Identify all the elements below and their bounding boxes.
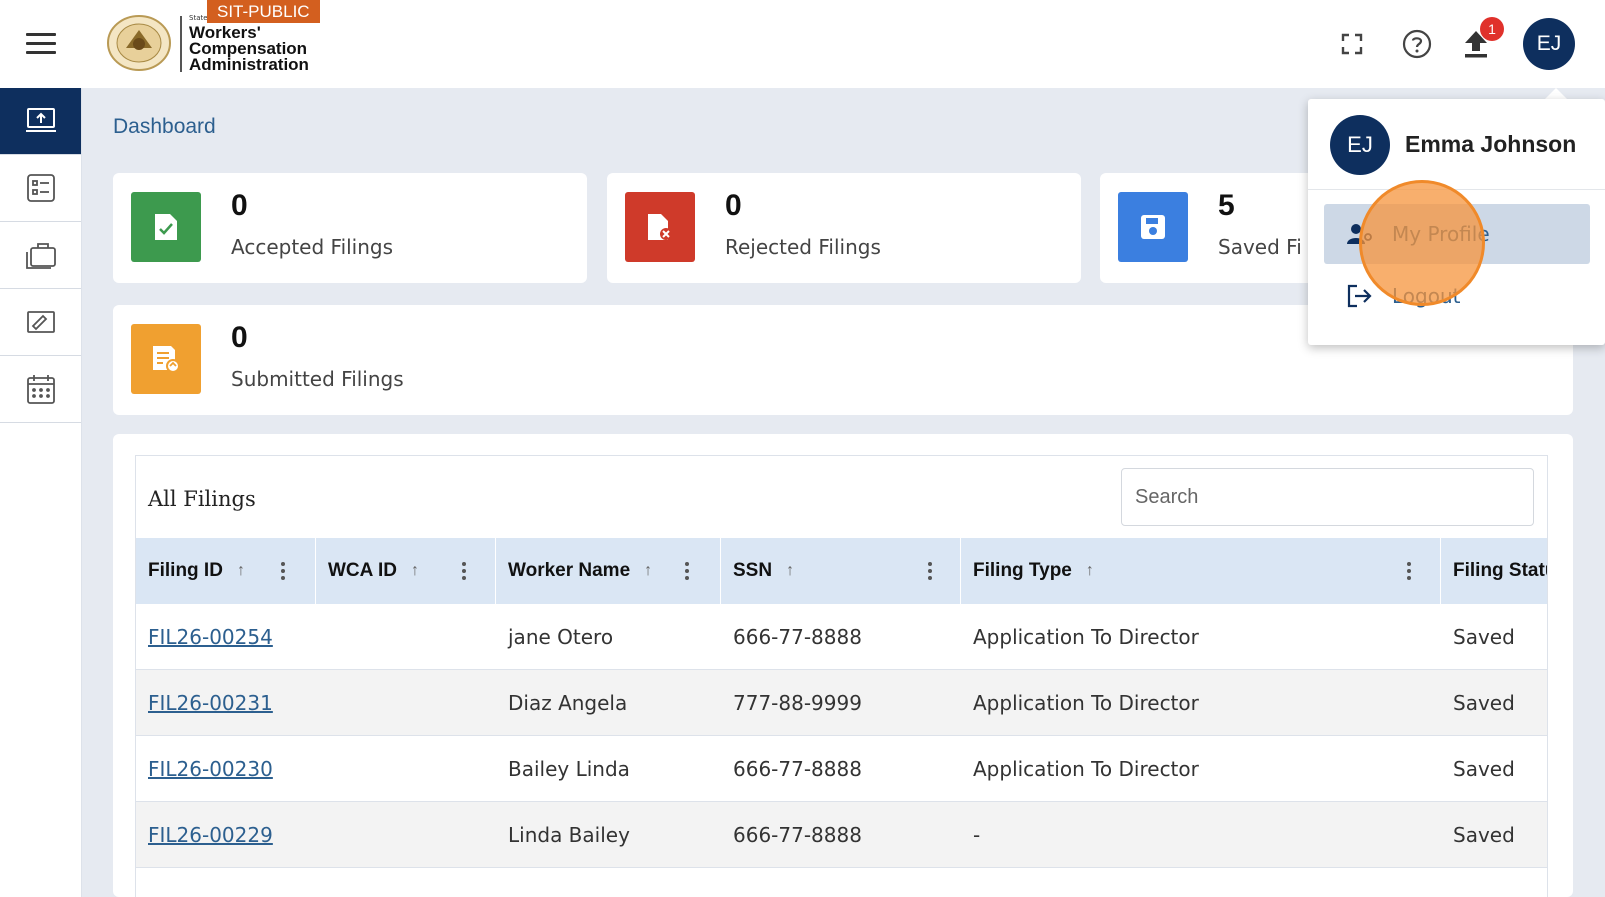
agency-name: Workers' Compensation Administration bbox=[189, 23, 309, 74]
sort-arrow-icon[interactable]: ↑ bbox=[411, 562, 419, 580]
column-menu-icon[interactable] bbox=[281, 562, 285, 583]
table-header: Filing ID ↑ WCA ID ↑ Worker Name ↑ SSN ↑ Fil… bbox=[136, 538, 1547, 604]
help-icon[interactable] bbox=[1397, 24, 1437, 64]
file-reject-icon bbox=[625, 192, 695, 262]
table-row: FIL26-00229 Linda Bailey 666-77-8888 - S… bbox=[136, 802, 1547, 868]
calendar-icon bbox=[26, 375, 55, 404]
table-title: All Filings bbox=[148, 487, 256, 511]
filing-status-cell: Saved bbox=[1453, 625, 1515, 649]
table-row: FIL26-00231 Diaz Angela 777-88-9999 Appl… bbox=[136, 670, 1547, 736]
sort-arrow-icon[interactable]: ↑ bbox=[644, 562, 652, 580]
menu-item-label: My Profile bbox=[1392, 222, 1490, 246]
sort-arrow-icon[interactable]: ↑ bbox=[1086, 562, 1094, 580]
filing-type-cell: Application To Director bbox=[973, 757, 1199, 781]
my-profile-menu-item[interactable]: My Profile bbox=[1324, 204, 1590, 264]
column-header-worker-name[interactable]: Worker Name ↑ bbox=[496, 538, 721, 604]
stat-value: 0 bbox=[231, 189, 248, 222]
user-profile-icon bbox=[1346, 222, 1376, 246]
user-avatar-button[interactable]: EJ bbox=[1523, 18, 1575, 70]
filing-id-link[interactable]: FIL26-00229 bbox=[148, 802, 273, 868]
sidebar-item-calendar[interactable] bbox=[0, 356, 81, 423]
stat-label: Accepted Filings bbox=[231, 235, 394, 259]
menu-item-label: Logout bbox=[1392, 284, 1461, 308]
user-name: Emma Johnson bbox=[1405, 131, 1577, 157]
ssn-cell: 666-77-8888 bbox=[733, 625, 862, 649]
environment-badge: SIT-PUBLIC bbox=[207, 0, 320, 23]
filing-id-link[interactable]: FIL26-00230 bbox=[148, 736, 273, 802]
table-row: FIL26-00254 jane Otero 666-77-8888 Appli… bbox=[136, 604, 1547, 670]
ssn-cell: 777-88-9999 bbox=[733, 691, 862, 715]
upload-monitor-icon bbox=[25, 108, 56, 132]
breadcrumb[interactable]: Dashboard bbox=[113, 115, 216, 139]
fullscreen-icon[interactable] bbox=[1332, 24, 1372, 64]
column-header-ssn[interactable]: SSN ↑ bbox=[721, 538, 961, 604]
worker-name-cell: Diaz Angela bbox=[508, 691, 628, 715]
sort-arrow-icon[interactable]: ↑ bbox=[786, 562, 794, 580]
filing-type-cell: - bbox=[973, 823, 981, 847]
column-menu-icon[interactable] bbox=[685, 562, 689, 583]
ssn-cell: 666-77-8888 bbox=[733, 757, 862, 781]
worker-name-cell: jane Otero bbox=[508, 625, 614, 649]
divider bbox=[1308, 189, 1605, 190]
user-menu-dropdown: EJ Emma Johnson My Profile Logout bbox=[1308, 99, 1605, 345]
notification-badge: 1 bbox=[1480, 17, 1504, 41]
sidebar-item-checklist[interactable] bbox=[0, 155, 81, 222]
stat-label: Submitted Filings bbox=[231, 367, 404, 391]
table-row: FIL26-00230 Bailey Linda 666-77-8888 App… bbox=[136, 736, 1547, 802]
briefcase-icon bbox=[25, 243, 56, 269]
filing-status-cell: Saved bbox=[1453, 691, 1515, 715]
column-header-filing-type[interactable]: Filing Type ↑ bbox=[961, 538, 1441, 604]
column-menu-icon[interactable] bbox=[462, 562, 466, 583]
worker-name-cell: Linda Bailey bbox=[508, 823, 630, 847]
column-header-filing-status[interactable]: Filing Statu bbox=[1441, 538, 1547, 604]
column-header-wca-id[interactable]: WCA ID ↑ bbox=[316, 538, 496, 604]
stat-card-saved[interactable]: 5 Saved Fi bbox=[1100, 173, 1340, 283]
sidebar-item-dashboard[interactable] bbox=[0, 88, 81, 155]
column-header-filing-id[interactable]: Filing ID ↑ bbox=[136, 538, 316, 604]
stat-label: Rejected Filings bbox=[725, 235, 881, 259]
filing-type-cell: Application To Director bbox=[973, 625, 1199, 649]
state-seal-logo bbox=[107, 15, 171, 71]
stat-card-rejected[interactable]: 0 Rejected Filings bbox=[607, 173, 1081, 283]
sidebar-item-cases[interactable] bbox=[0, 222, 81, 289]
column-menu-icon[interactable] bbox=[1407, 562, 1411, 583]
ssn-cell: 666-77-8888 bbox=[733, 823, 862, 847]
top-header: State Workers' Compensation Administrati… bbox=[0, 0, 1605, 88]
filings-table: All Filings Filing ID↑ WCA ID↑ Worker Na… bbox=[135, 455, 1548, 897]
menu-icon[interactable] bbox=[26, 33, 56, 55]
filing-status-cell: Saved bbox=[1453, 823, 1515, 847]
sort-arrow-icon[interactable]: ↑ bbox=[237, 562, 245, 580]
logo-divider bbox=[180, 16, 182, 72]
logout-menu-item[interactable]: Logout bbox=[1324, 266, 1590, 326]
stat-card-accepted[interactable]: 0 Accepted Filings bbox=[113, 173, 587, 283]
stat-value: 5 bbox=[1218, 189, 1235, 222]
worker-name-cell: Bailey Linda bbox=[508, 757, 630, 781]
form-edit-icon bbox=[26, 311, 55, 333]
stat-value: 0 bbox=[725, 189, 742, 222]
file-check-icon bbox=[131, 192, 201, 262]
search-input[interactable] bbox=[1121, 468, 1534, 526]
filings-panel: All Filings Filing ID↑ WCA ID↑ Worker Na… bbox=[113, 434, 1573, 897]
sidebar-item-forms[interactable] bbox=[0, 289, 81, 356]
column-menu-icon[interactable] bbox=[928, 562, 932, 583]
filing-status-cell: Saved bbox=[1453, 757, 1515, 781]
stat-value: 0 bbox=[231, 321, 248, 354]
dropdown-avatar: EJ bbox=[1330, 115, 1390, 175]
logout-icon bbox=[1346, 283, 1376, 309]
sidebar bbox=[0, 88, 82, 897]
filing-id-link[interactable]: FIL26-00231 bbox=[148, 670, 273, 736]
logo-state-text: State bbox=[189, 14, 208, 22]
file-submit-icon bbox=[131, 324, 201, 394]
save-icon bbox=[1118, 192, 1188, 262]
filing-type-cell: Application To Director bbox=[973, 691, 1199, 715]
stat-label: Saved Fi bbox=[1218, 235, 1302, 259]
filing-id-link[interactable]: FIL26-00254 bbox=[148, 604, 273, 670]
checklist-icon bbox=[26, 174, 55, 202]
